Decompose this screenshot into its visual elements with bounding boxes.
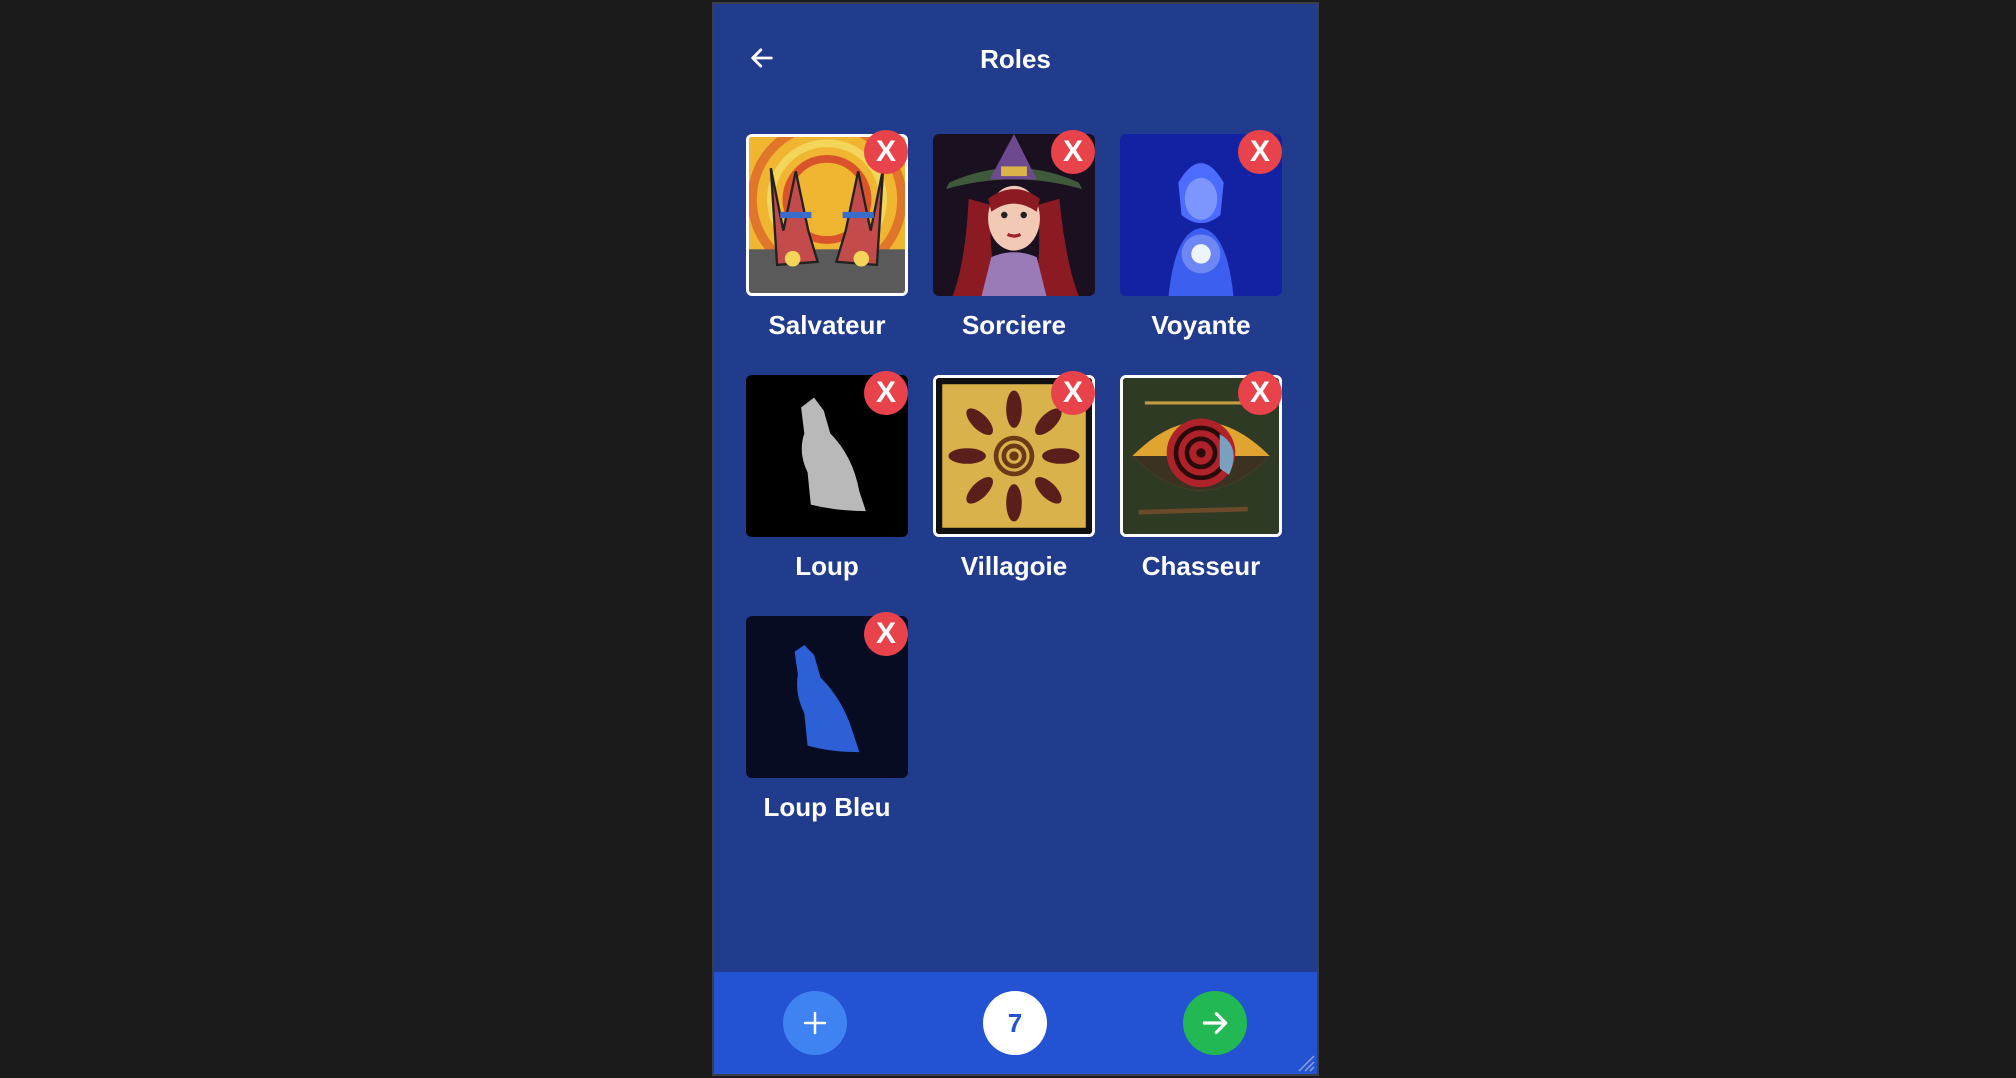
arrow-right-icon xyxy=(1202,1012,1228,1034)
remove-role-button[interactable]: X xyxy=(1051,130,1095,174)
role-card-chasseur[interactable]: X Chasseur xyxy=(1120,371,1282,582)
role-card-voyante[interactable]: X Voyante xyxy=(1120,130,1282,341)
role-card-loup-bleu[interactable]: X Loup Bleu xyxy=(746,612,908,823)
role-name: Voyante xyxy=(1151,310,1251,340)
page-title: Roles xyxy=(980,44,1051,74)
role-card-loup[interactable]: X Loup xyxy=(746,371,908,582)
role-name: Loup Bleu xyxy=(763,792,891,822)
resize-grip-icon[interactable] xyxy=(1293,1050,1315,1072)
add-role-button[interactable] xyxy=(783,991,847,1055)
remove-role-button[interactable]: X xyxy=(864,130,908,174)
remove-role-button[interactable]: X xyxy=(864,612,908,656)
role-card-sorciere[interactable]: X Sorciere xyxy=(933,130,1095,341)
role-name: Villagoie xyxy=(960,551,1068,581)
role-name: Chasseur xyxy=(1141,551,1261,581)
remove-role-button[interactable]: X xyxy=(1238,130,1282,174)
role-name: Loup xyxy=(795,551,859,581)
remove-role-button[interactable]: X xyxy=(864,371,908,415)
role-card-salvateur[interactable]: X Salvateur xyxy=(746,130,908,341)
remove-role-button[interactable]: X xyxy=(1238,371,1282,415)
role-name: Sorciere xyxy=(961,310,1067,340)
remove-role-button[interactable]: X xyxy=(1051,371,1095,415)
role-card-villagoie[interactable]: X Villagoie xyxy=(933,371,1095,582)
footer-bar: 7 xyxy=(714,972,1317,1074)
header: Roles xyxy=(714,4,1317,114)
app-window: Roles X Salvateur X Sorciere X Voyante X… xyxy=(712,2,1319,1076)
next-button[interactable] xyxy=(1183,991,1247,1055)
plus-icon xyxy=(803,1011,827,1035)
role-count-badge: 7 xyxy=(983,991,1047,1055)
role-name: Salvateur xyxy=(768,310,886,340)
